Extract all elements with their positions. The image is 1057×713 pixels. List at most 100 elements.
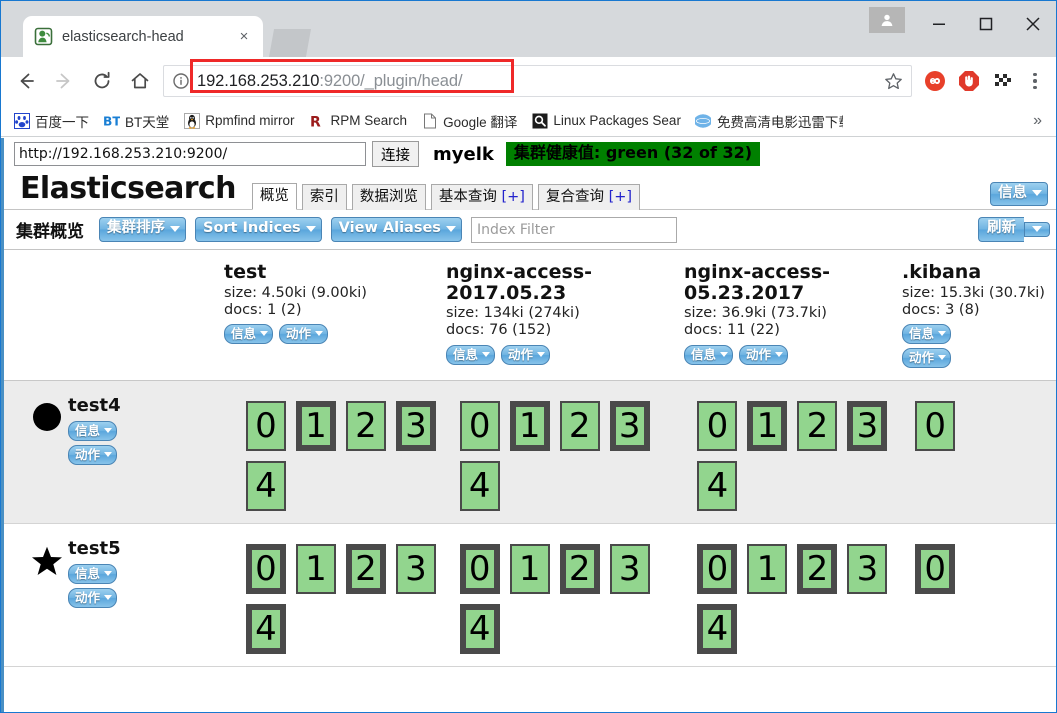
- star-icon[interactable]: [875, 66, 911, 96]
- sort-cluster-button[interactable]: 集群排序: [99, 217, 186, 242]
- shard-replica[interactable]: 4: [459, 461, 500, 512]
- shard-replica[interactable]: 4: [246, 461, 286, 512]
- back-icon[interactable]: [7, 62, 45, 100]
- shard-cell: 0123 4: [683, 524, 901, 666]
- node-action-button[interactable]: 动作: [68, 445, 118, 466]
- adblock-extension-icon[interactable]: [952, 64, 986, 98]
- shard-primary[interactable]: 0: [459, 544, 500, 595]
- profile-avatar-button[interactable]: [869, 7, 905, 33]
- close-window-button[interactable]: [1009, 1, 1056, 46]
- checkered-flag-extension-icon[interactable]: [986, 64, 1020, 98]
- view-aliases-button[interactable]: View Aliases: [330, 217, 462, 242]
- bookmarks-overflow-icon[interactable]: »: [1025, 112, 1050, 130]
- bookmark-item[interactable]: R RPM Search: [303, 110, 414, 131]
- bookmark-item[interactable]: BT BT天堂: [97, 109, 175, 133]
- shard-replica[interactable]: 4: [697, 461, 738, 512]
- bookmark-label: Rpmfind mirror: [205, 113, 295, 128]
- index-filter-input[interactable]: [470, 216, 677, 243]
- index-size: size: 4.50ki (9.00ki): [224, 284, 367, 301]
- chrome-menu-icon[interactable]: [1020, 64, 1050, 98]
- toolbar-title: 集群概览: [16, 222, 84, 242]
- shard-replica[interactable]: 2: [346, 401, 386, 452]
- sort-indices-button[interactable]: Sort Indices: [195, 217, 322, 242]
- shard-primary[interactable]: 4: [697, 604, 738, 655]
- shard-replica[interactable]: 0: [915, 401, 956, 452]
- bookmark-item[interactable]: 免费高清电影迅雷下载: [689, 109, 849, 133]
- shard-replica[interactable]: 1: [747, 544, 788, 595]
- shard-group: 0123 4: [459, 397, 650, 512]
- info-button[interactable]: 信息: [990, 181, 1048, 206]
- index-action-button[interactable]: 动作: [501, 344, 551, 365]
- index-action-button[interactable]: 动作: [902, 348, 952, 369]
- elasticsearch-head-app: 连接 myelk 集群健康值: green (32 of 32) Elastic…: [1, 138, 1056, 712]
- chevron-down-icon: [305, 225, 316, 232]
- shard-primary[interactable]: 1: [296, 401, 336, 452]
- refresh-button[interactable]: 刷新: [978, 217, 1024, 242]
- connect-button[interactable]: 连接: [372, 141, 419, 167]
- index-size: size: 134ki (274ki): [446, 305, 580, 322]
- bookmark-item[interactable]: Rpmfind mirror: [177, 110, 300, 131]
- bookmark-item[interactable]: 百度一下: [7, 109, 95, 133]
- maximize-button[interactable]: [962, 1, 1009, 46]
- index-action-label: 动作: [286, 326, 312, 342]
- shard-primary[interactable]: 1: [509, 401, 550, 452]
- shard-replica[interactable]: 3: [847, 544, 888, 595]
- shard-replica[interactable]: 0: [459, 401, 500, 452]
- browser-tab[interactable]: elasticsearch-head ×: [23, 16, 263, 57]
- info-dropdown-button[interactable]: 信息: [990, 181, 1048, 206]
- tab-label: 基本查询: [438, 189, 497, 206]
- shard-replica[interactable]: 2: [559, 401, 600, 452]
- shard-replica[interactable]: 0: [246, 401, 286, 452]
- index-info-button[interactable]: 信息: [684, 344, 734, 365]
- site-info-icon[interactable]: [172, 72, 190, 90]
- sort-indices-label: Sort Indices: [203, 220, 301, 237]
- bookmark-item[interactable]: Google 翻译: [415, 109, 523, 133]
- index-info-button[interactable]: 信息: [446, 344, 496, 365]
- close-icon[interactable]: ×: [235, 28, 253, 46]
- shard-replica[interactable]: 3: [396, 544, 436, 595]
- shard-replica[interactable]: 1: [509, 544, 550, 595]
- shard-primary[interactable]: 0: [697, 544, 738, 595]
- shard-primary[interactable]: 2: [797, 544, 838, 595]
- tux-icon: [183, 112, 200, 129]
- node-info-button[interactable]: 信息: [68, 421, 118, 442]
- shard-primary[interactable]: 4: [246, 604, 286, 655]
- infinity-extension-icon[interactable]: [918, 64, 952, 98]
- shard-replica[interactable]: 3: [609, 544, 650, 595]
- index-info-button[interactable]: 信息: [902, 324, 952, 345]
- shard-primary[interactable]: 2: [559, 544, 600, 595]
- shard-primary[interactable]: 3: [396, 401, 436, 452]
- shard-primary[interactable]: 3: [609, 401, 650, 452]
- node-cell: test4 信息 动作: [4, 381, 224, 479]
- address-bar[interactable]: 192.168.253.210:9200/_plugin/head/: [163, 59, 912, 97]
- shard-primary[interactable]: 3: [847, 401, 888, 452]
- tab-data-browse[interactable]: 数据浏览: [351, 184, 426, 210]
- bookmark-item[interactable]: Linux Packages Sear: [525, 110, 687, 131]
- node-action-button[interactable]: 动作: [68, 588, 118, 609]
- tab-indices[interactable]: 索引: [301, 184, 347, 210]
- index-info-button[interactable]: 信息: [224, 324, 274, 345]
- url-text[interactable]: 192.168.253.210:9200/_plugin/head/: [197, 72, 875, 91]
- tab-composite-query[interactable]: 复合查询 [+]: [537, 184, 641, 210]
- shard-primary[interactable]: 0: [915, 544, 956, 595]
- shard-replica[interactable]: 0: [697, 401, 738, 452]
- shard-primary[interactable]: 0: [246, 544, 286, 595]
- shard-primary[interactable]: 4: [459, 604, 500, 655]
- new-tab-button[interactable]: [269, 29, 311, 57]
- home-icon[interactable]: [121, 62, 159, 100]
- refresh-options-button[interactable]: [1024, 221, 1050, 237]
- shard-primary[interactable]: 2: [346, 544, 386, 595]
- index-action-button[interactable]: 动作: [739, 344, 789, 365]
- shard-primary[interactable]: 1: [747, 401, 788, 452]
- reload-icon[interactable]: [83, 62, 121, 100]
- tab-basic-query[interactable]: 基本查询 [+]: [430, 184, 533, 210]
- index-docs: docs: 76 (152): [446, 322, 552, 339]
- node-info-button[interactable]: 信息: [68, 564, 118, 585]
- shard-replica[interactable]: 1: [296, 544, 336, 595]
- minimize-button[interactable]: [915, 1, 962, 46]
- cluster-url-input[interactable]: [14, 142, 366, 166]
- shard-replica[interactable]: 2: [797, 401, 838, 452]
- chevron-down-icon: [775, 351, 784, 357]
- tab-overview[interactable]: 概览: [251, 183, 297, 210]
- index-action-button[interactable]: 动作: [279, 324, 329, 345]
